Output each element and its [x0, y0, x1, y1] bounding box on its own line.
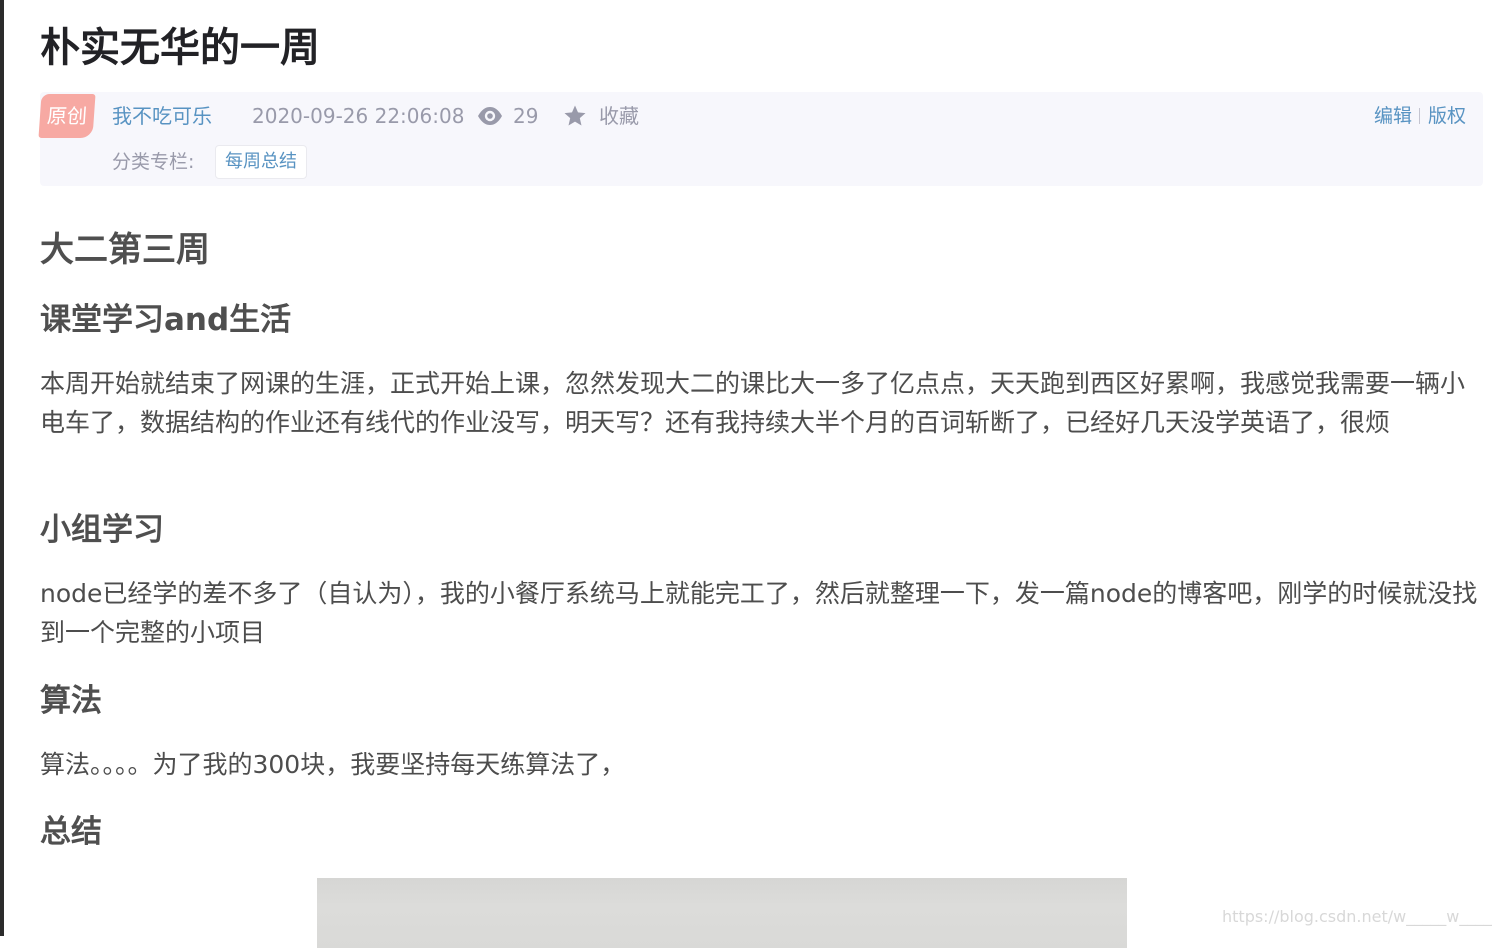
copyright-link[interactable]: 版权 [1428, 102, 1466, 130]
view-count: 29 [513, 104, 539, 128]
section-text-study-life: 本周开始就结束了网课的生涯，正式开始上课，忽然发现大二的课比大一多了亿点点，天天… [40, 369, 1466, 437]
section-heading-group-study: 小组学习 [40, 512, 164, 548]
original-badge: 原创 [38, 94, 96, 138]
category-label: 分类专栏: [112, 151, 195, 173]
edit-link[interactable]: 编辑 [1374, 102, 1412, 130]
article-title: 朴实无华的一周 [40, 25, 320, 71]
section-heading-summary: 总结 [40, 814, 102, 850]
collect-button[interactable]: 收藏 [599, 102, 639, 130]
link-divider [1419, 108, 1420, 124]
article-meta: 原创 我不吃可乐 2020-09-26 22:06:08 29 收藏 编辑 版权… [38, 92, 1483, 186]
author-link[interactable]: 我不吃可乐 [112, 102, 212, 130]
publish-date: 2020-09-26 22:06:08 [252, 104, 465, 128]
section-heading-study-life: 课堂学习and生活 [40, 302, 292, 338]
window-edge [0, 0, 4, 936]
article-image [317, 878, 1127, 948]
eye-icon [478, 107, 502, 125]
category-tag[interactable]: 每周总结 [215, 145, 307, 179]
section-text-algorithm: 算法。。。。为了我的300块，我要坚持每天练算法了， [40, 750, 626, 779]
star-icon[interactable] [563, 104, 587, 128]
section-text-group-study: node已经学的差不多了（自认为），我的小餐厅系统马上就能完工了，然后就整理一下… [40, 579, 1478, 647]
image-watermark: https://blog.csdn.net/w_____w_____ [1222, 907, 1492, 926]
section-heading-algorithm: 算法 [40, 683, 102, 719]
main-heading: 大二第三周 [40, 230, 210, 270]
